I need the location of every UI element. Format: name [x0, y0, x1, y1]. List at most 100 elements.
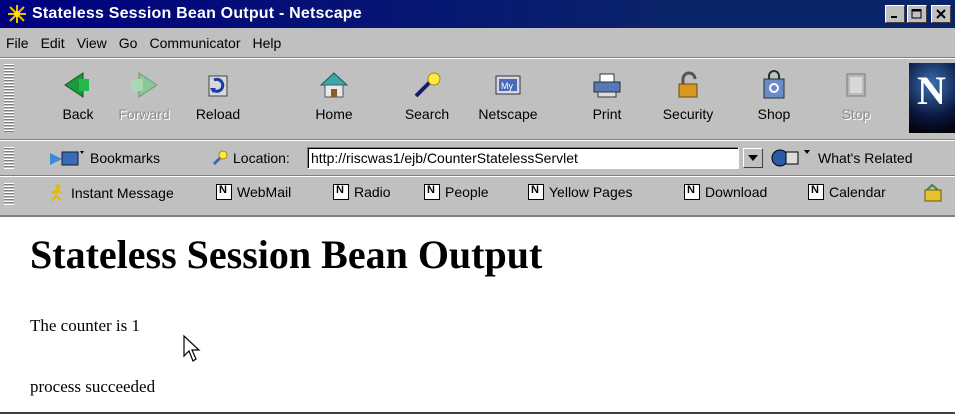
running-man-icon: [51, 184, 62, 202]
home-button[interactable]: Home: [304, 62, 364, 134]
netscape-button[interactable]: My Netscape: [478, 62, 538, 134]
separator: [0, 175, 955, 177]
back-button[interactable]: Back: [48, 62, 108, 134]
window-controls: [885, 5, 951, 23]
minimize-button[interactable]: [885, 5, 905, 23]
bookmarks-button[interactable]: Bookmarks: [48, 149, 160, 167]
netscape-label: Netscape: [478, 106, 538, 122]
bookmark-page-icon: [684, 184, 700, 200]
radio-label: Radio: [354, 184, 391, 200]
bookmark-page-icon: [333, 184, 349, 200]
chevron-down-icon: [748, 155, 758, 161]
personal-toolbar: Instant Message WebMail Radio People Yel…: [0, 179, 955, 209]
forward-label: Forward: [118, 106, 170, 122]
home-label: Home: [315, 106, 353, 122]
bookmarks-label: Bookmarks: [90, 150, 161, 166]
forward-arrow-icon: [131, 72, 158, 98]
whats-related-label: What's Related: [818, 150, 913, 166]
page-heading: Stateless Session Bean Output: [30, 232, 543, 277]
stop-label: Stop: [841, 106, 871, 122]
yellow-pages-label: Yellow Pages: [549, 184, 633, 200]
netscape-app-icon[interactable]: [6, 3, 28, 25]
maximize-button[interactable]: [907, 5, 927, 23]
reload-icon: [208, 75, 228, 97]
shop-label: Shop: [757, 106, 791, 122]
security-label: Security: [662, 106, 714, 122]
my-netscape-icon: My: [495, 75, 521, 95]
printer-icon: [593, 73, 621, 98]
whats-related-icon: [771, 149, 810, 167]
location-label-group[interactable]: Location:: [211, 149, 290, 167]
instant-message-link[interactable]: Instant Message: [48, 184, 174, 202]
close-button[interactable]: [931, 5, 951, 23]
shop-button[interactable]: Shop: [744, 62, 804, 134]
instant-message-label: Instant Message: [71, 185, 174, 201]
search-icon: [414, 72, 441, 98]
menu-view[interactable]: View: [71, 35, 113, 51]
bookmarks-icon: [50, 151, 84, 166]
menu-file[interactable]: File: [0, 35, 35, 51]
toolbar-grip[interactable]: [4, 64, 14, 132]
menu-communicator[interactable]: Communicator: [143, 35, 246, 51]
toolbar-grip[interactable]: [4, 147, 14, 169]
webmail-link[interactable]: WebMail: [216, 184, 291, 200]
print-label: Print: [592, 106, 622, 122]
close-icon: [936, 9, 946, 19]
page-content: Stateless Session Bean Output The counte…: [0, 215, 955, 417]
separator: [0, 57, 955, 59]
netscape-n-glyph: N: [917, 68, 946, 113]
webmail-label: WebMail: [237, 184, 292, 200]
netscape-throbber-logo[interactable]: N: [909, 63, 955, 133]
whats-related-button[interactable]: What's Related: [770, 148, 913, 168]
download-link[interactable]: Download: [684, 184, 767, 200]
svg-text:My: My: [501, 81, 513, 91]
bookmark-page-icon: [216, 184, 232, 200]
yellow-pages-link[interactable]: Yellow Pages: [528, 184, 633, 200]
folder-icon: [924, 184, 942, 202]
title-bar: Stateless Session Bean Output - Netscape: [0, 0, 955, 28]
toolbar-grip[interactable]: [4, 183, 14, 205]
minimize-icon: [891, 16, 897, 18]
people-label: People: [445, 184, 489, 200]
calendar-label: Calendar: [829, 184, 886, 200]
stop-icon: [846, 73, 866, 97]
browser-window: Stateless Session Bean Output - Netscape…: [0, 0, 955, 419]
people-link[interactable]: People: [424, 184, 489, 200]
security-button[interactable]: Security: [658, 62, 718, 134]
url-input[interactable]: http://riscwas1/ejb/CounterStatelessServ…: [307, 147, 739, 169]
shopping-bag-icon: [763, 70, 785, 99]
location-label: Location:: [233, 150, 290, 166]
counter-text: The counter is 1: [30, 316, 140, 335]
navigation-toolbar: Back Forward Reload Home Search My Netsc…: [0, 60, 955, 137]
download-label: Download: [705, 184, 768, 200]
status-text: process succeeded: [30, 377, 156, 396]
location-toolbar: Bookmarks Location: http://riscwas1/ejb/…: [0, 143, 955, 173]
back-arrow-icon: [64, 72, 89, 98]
search-button[interactable]: Search: [397, 62, 457, 134]
channels-folder-link[interactable]: [924, 184, 942, 202]
stop-button[interactable]: Stop: [826, 62, 886, 134]
search-label: Search: [404, 106, 450, 122]
menu-help[interactable]: Help: [247, 35, 288, 51]
lock-icon: [678, 71, 698, 98]
menu-bar: File Edit View Go Communicator Help: [0, 32, 287, 54]
menu-edit[interactable]: Edit: [35, 35, 71, 51]
maximize-icon: [911, 9, 922, 19]
bookmark-page-icon: [424, 184, 440, 200]
url-dropdown-button[interactable]: [743, 148, 763, 168]
separator: [0, 139, 955, 141]
forward-button[interactable]: Forward: [114, 62, 174, 134]
bookmark-page-icon: [528, 184, 544, 200]
calendar-link[interactable]: Calendar: [808, 184, 886, 200]
bookmark-page-icon: [808, 184, 824, 200]
window-title: Stateless Session Bean Output - Netscape: [32, 5, 362, 22]
reload-label: Reload: [195, 106, 241, 122]
home-icon: [319, 72, 349, 98]
location-icon: [212, 150, 228, 166]
back-label: Back: [62, 106, 94, 122]
reload-button[interactable]: Reload: [188, 62, 248, 134]
print-button[interactable]: Print: [577, 62, 637, 134]
menu-go[interactable]: Go: [113, 35, 144, 51]
window-bottom-border: [0, 412, 955, 419]
radio-link[interactable]: Radio: [333, 184, 391, 200]
